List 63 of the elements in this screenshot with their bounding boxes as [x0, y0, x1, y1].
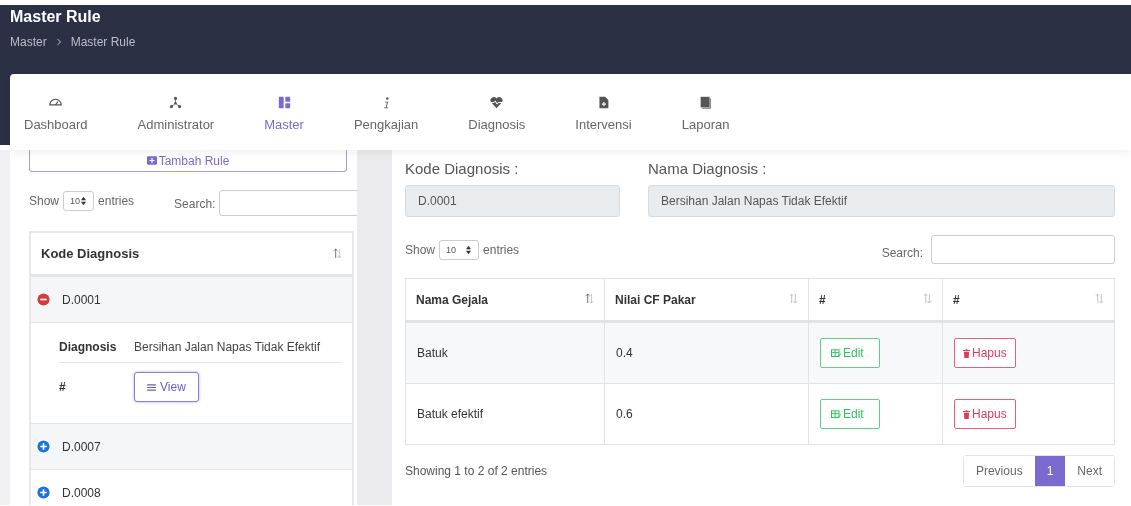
table-cell: D.0007: [62, 439, 101, 454]
collapse-icon[interactable]: [36, 292, 51, 307]
gauge-icon: [49, 96, 63, 109]
sort-icon: [1095, 292, 1104, 304]
entries-label: entries: [483, 242, 520, 257]
breadcrumb-link[interactable]: Master Rule: [70, 35, 136, 49]
expand-icon[interactable]: [36, 439, 51, 454]
heart-icon: [490, 96, 504, 109]
name-field: Bersihan Jalan Napas Tidak Efektif: [648, 185, 1115, 217]
sort-icon: [923, 292, 932, 304]
sort-icon: [333, 248, 342, 259]
field-label: Kode Diagnosis :: [405, 160, 520, 177]
code-field: D.0001: [405, 185, 620, 217]
detail-label: Diagnosis: [59, 340, 118, 354]
book-icon: [699, 96, 713, 109]
page-size-select[interactable]: 10: [63, 191, 95, 211]
view-button[interactable]: View: [134, 372, 199, 402]
updown-icon: [465, 244, 473, 255]
delete-button[interactable]: Hapus: [954, 338, 1016, 368]
network-icon: [169, 96, 183, 109]
nav-tab[interactable]: Dashboard: [24, 92, 88, 132]
nav-tab[interactable]: Laporan: [681, 92, 730, 132]
entries-label: entries: [98, 194, 135, 208]
nav-tab[interactable]: Administrator: [137, 92, 215, 132]
nav-tab[interactable]: Diagnosis: [468, 92, 526, 132]
trash-icon: [963, 409, 970, 419]
table-cell: 0.6: [604, 383, 809, 445]
page-size-select[interactable]: 10: [439, 239, 480, 260]
detail-value: Bersihan Jalan Napas Tidak Efektif: [134, 340, 321, 354]
search-field[interactable]: [931, 235, 1115, 264]
expand-icon[interactable]: [36, 485, 51, 500]
page-title: Master Rule: [10, 8, 102, 26]
breadcrumb-link[interactable]: Master: [10, 35, 47, 49]
show-label: Show: [405, 242, 436, 257]
grid-icon: [277, 96, 291, 109]
nav-tab[interactable]: Pengkajian: [353, 92, 419, 132]
pagination-button[interactable]: 1: [1034, 456, 1066, 486]
updown-icon: [80, 196, 88, 206]
edit-icon: [831, 348, 841, 358]
entries-info: Showing 1 to 2 of 2 entries: [405, 464, 548, 478]
field-label: Nama Diagnosis :: [648, 160, 768, 177]
sort-icon: [789, 292, 798, 304]
search-label: Search:: [881, 245, 923, 260]
delete-button[interactable]: Hapus: [954, 399, 1016, 429]
sort-icon: [585, 292, 594, 304]
chevron-icon: [55, 38, 62, 46]
search-label: Search:: [174, 197, 216, 211]
nav-tab[interactable]: Master: [264, 92, 304, 132]
table-cell: D.0001: [62, 292, 101, 307]
nav-tab[interactable]: Intervensi: [575, 92, 632, 132]
table-cell: 0.4: [604, 321, 809, 384]
show-label: Show: [29, 194, 60, 208]
trash-icon: [963, 348, 970, 358]
list-icon: [147, 383, 156, 391]
search-field[interactable]: [219, 190, 357, 216]
edit-icon: [831, 409, 841, 419]
table-cell: Batuk: [405, 321, 605, 384]
add-icon: [146, 156, 157, 165]
table-cell: Batuk efektif: [405, 383, 605, 445]
detail-label: #: [59, 380, 67, 394]
add-rule-button[interactable]: Tambah Rule: [29, 150, 347, 172]
file-icon: [597, 96, 611, 109]
table-cell: D.0008: [62, 485, 101, 500]
